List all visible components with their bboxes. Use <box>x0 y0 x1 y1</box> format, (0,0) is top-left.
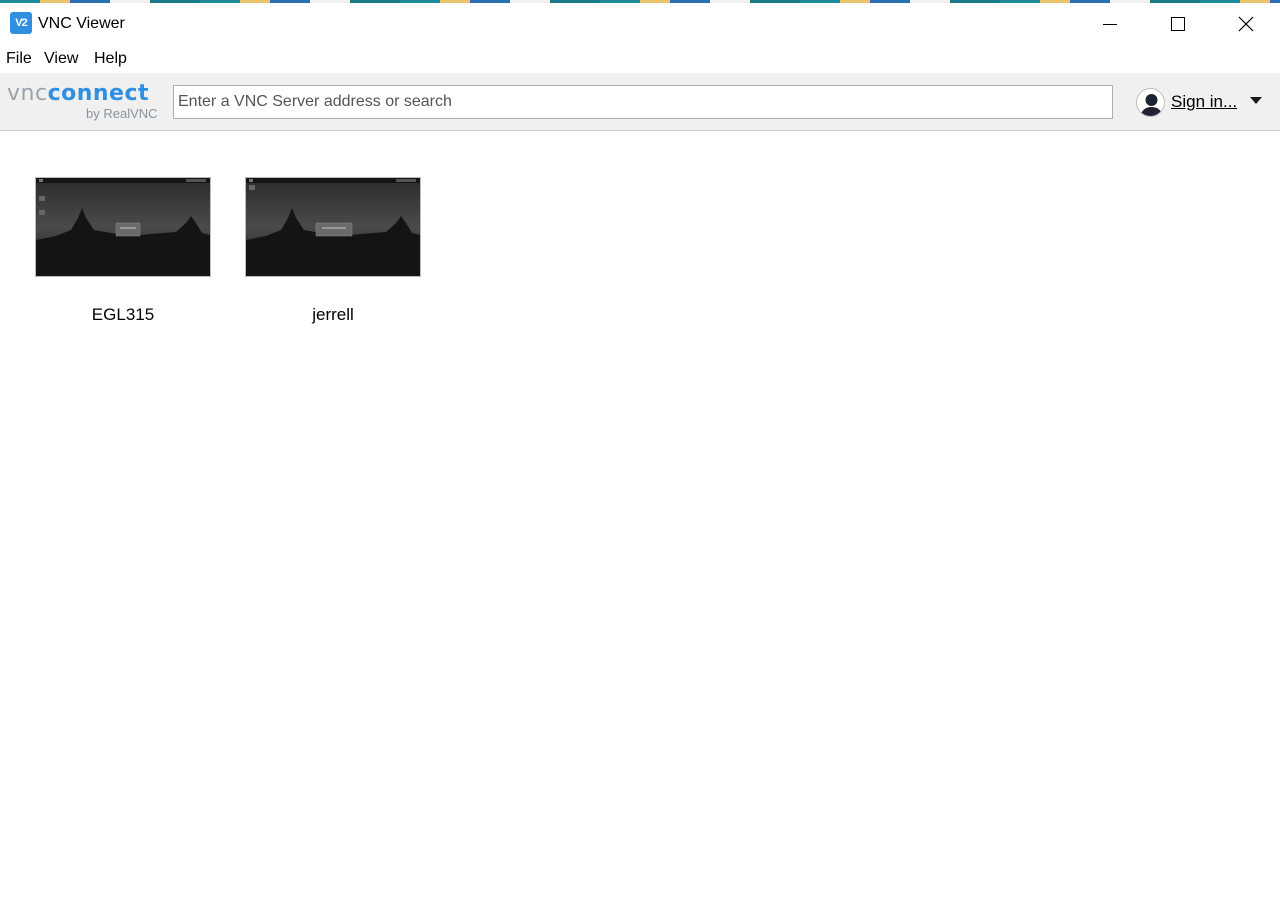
maximize-icon <box>1171 17 1185 31</box>
window-title: VNC Viewer <box>38 15 125 32</box>
menu-view[interactable]: View <box>44 50 78 68</box>
menu-bar: File View Help <box>0 45 1280 73</box>
minimize-icon <box>1103 23 1117 25</box>
connection-name-label: EGL315 <box>91 305 155 324</box>
logo-wordmark: vncconnect <box>7 81 149 106</box>
maximize-button[interactable] <box>1144 3 1212 45</box>
user-avatar-icon <box>1136 87 1165 117</box>
vnc-viewer-window: V2 VNC Viewer File View Help vncconnect … <box>0 3 1280 914</box>
server-address-search-input[interactable] <box>173 85 1113 119</box>
connection-name-label: jerrell <box>312 305 354 324</box>
title-bar[interactable]: V2 VNC Viewer <box>0 3 1280 45</box>
connection-tile-egl315[interactable]: EGL315 <box>35 177 211 337</box>
chevron-down-icon[interactable] <box>1250 97 1262 104</box>
logo-byline: by RealVNC <box>86 106 158 121</box>
menu-help[interactable]: Help <box>94 50 127 68</box>
connection-tile-jerrell[interactable]: jerrell <box>245 177 421 337</box>
sign-in-button[interactable]: Sign in... <box>1136 85 1270 119</box>
logo-connect-text: connect <box>47 81 150 106</box>
close-icon <box>1238 16 1254 32</box>
toolbar: vncconnect by RealVNC Sign in... <box>0 73 1280 131</box>
vnc-connect-logo: vncconnect by RealVNC <box>7 81 163 123</box>
connection-thumbnail[interactable] <box>35 177 211 277</box>
sign-in-label: Sign in... <box>1171 92 1238 111</box>
minimize-button[interactable] <box>1076 3 1144 45</box>
vnc-app-icon: V2 <box>10 12 32 34</box>
address-book-area: EGL315 jerrell <box>0 132 1280 914</box>
close-button[interactable] <box>1212 3 1280 45</box>
menu-file[interactable]: File <box>6 50 32 68</box>
logo-vnc-text: vnc <box>7 81 48 106</box>
connection-thumbnail[interactable] <box>245 177 421 277</box>
